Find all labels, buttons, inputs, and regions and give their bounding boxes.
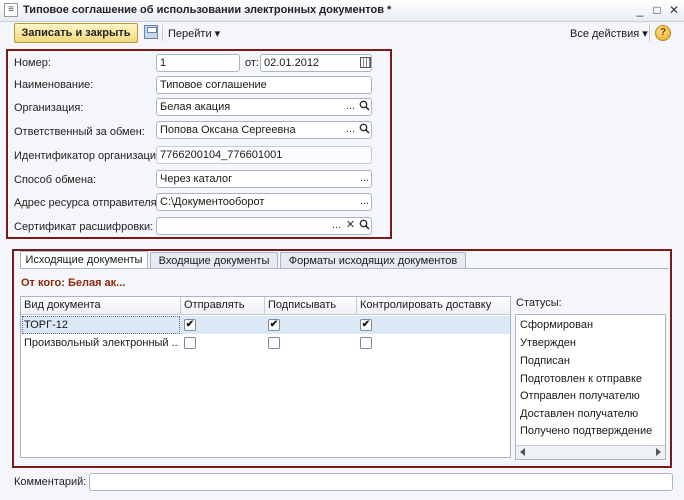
minimize-button[interactable]: _	[632, 3, 648, 18]
exchange-method-select-button[interactable]: ...	[358, 172, 371, 187]
list-item[interactable]: Доставлен получателю	[520, 408, 638, 420]
responsible-search-icon[interactable]	[358, 123, 371, 138]
organization-field[interactable]: Белая акация	[156, 98, 372, 116]
statuses-list[interactable]: Сформирован Утвержден Подписан Подготовл…	[515, 314, 666, 460]
sender-address-value: C:\Документооборот	[160, 196, 265, 208]
horizontal-scrollbar[interactable]	[516, 445, 665, 459]
control-delivery-checkbox[interactable]	[360, 337, 372, 349]
list-item[interactable]: Утвержден	[520, 337, 576, 349]
certificate-clear-icon[interactable]: ✕	[344, 219, 357, 234]
org-id-label: Идентификатор организации:	[14, 150, 166, 162]
help-icon[interactable]: ?	[655, 25, 671, 41]
responsible-value: Попова Оксана Сергеевна	[160, 124, 296, 136]
tab-incoming-documents[interactable]: Входящие документы	[150, 252, 278, 269]
sign-checkbox[interactable]	[268, 337, 280, 349]
number-label: Номер:	[14, 57, 51, 69]
from-label: От кого: Белая ак...	[21, 277, 126, 289]
sender-address-label: Адрес ресурса отправителя:	[14, 197, 160, 209]
doc-type-cell: Произвольный электронный ...	[24, 337, 179, 349]
column-header-control-delivery[interactable]: Контролировать доставку	[357, 297, 510, 315]
send-checkbox[interactable]	[184, 337, 196, 349]
save-and-close-button[interactable]: Записать и закрыть	[14, 23, 138, 43]
certificate-select-button[interactable]: ...	[330, 219, 343, 234]
exchange-method-value: Через каталог	[160, 173, 233, 185]
send-checkbox[interactable]: ✔	[184, 319, 196, 331]
calendar-icon[interactable]	[360, 57, 371, 68]
scroll-right-icon[interactable]	[656, 448, 661, 456]
comment-label: Комментарий:	[14, 476, 87, 488]
sender-address-select-button[interactable]: ...	[358, 195, 371, 210]
exchange-method-field[interactable]: Через каталог	[156, 170, 372, 188]
list-item[interactable]: Отправлен получателю	[520, 390, 640, 402]
scroll-left-icon[interactable]	[520, 448, 525, 456]
column-header-doc-type[interactable]: Вид документа	[21, 297, 181, 315]
tabs-baseline	[20, 268, 668, 269]
responsible-label: Ответственный за обмен:	[14, 126, 145, 138]
statuses-label: Статусы:	[516, 297, 562, 309]
responsible-field[interactable]: Попова Оксана Сергеевна	[156, 121, 372, 139]
tab-outgoing-formats[interactable]: Форматы исходящих документов	[280, 252, 466, 269]
certificate-label: Сертификат расшифровки:	[14, 221, 154, 233]
organization-select-button[interactable]: ...	[344, 100, 357, 115]
exchange-method-label: Способ обмена:	[14, 174, 97, 186]
focus-frame	[22, 316, 180, 334]
column-header-send[interactable]: Отправлять	[181, 297, 265, 315]
toolbar: Записать и закрыть Перейти ▾ Все действи…	[0, 22, 684, 44]
toolbar-divider	[649, 25, 650, 41]
title-bar: ≡ Типовое соглашение об использовании эл…	[0, 0, 684, 22]
date-field[interactable]: 02.01.2012	[260, 54, 372, 72]
goto-menu[interactable]: Перейти ▾	[168, 27, 220, 40]
date-label: от:	[245, 57, 259, 69]
certificate-search-icon[interactable]	[358, 219, 371, 234]
list-item[interactable]: Подготовлен к отправке	[520, 373, 642, 385]
name-field[interactable]: Типовое соглашение	[156, 76, 372, 94]
sign-checkbox[interactable]: ✔	[268, 319, 280, 331]
organization-value: Белая акация	[160, 101, 231, 113]
document-icon: ≡	[4, 3, 18, 17]
organization-search-icon[interactable]	[358, 100, 371, 115]
save-icon[interactable]	[144, 25, 158, 39]
list-item[interactable]: Получено подтверждение	[520, 425, 652, 437]
list-item[interactable]: Сформирован	[520, 319, 593, 331]
number-field[interactable]: 1	[156, 54, 240, 72]
close-button[interactable]: ✕	[666, 3, 682, 18]
toolbar-divider	[162, 25, 163, 41]
list-item[interactable]: Подписан	[520, 355, 570, 367]
documents-table: Вид документа Отправлять Подписывать Кон…	[20, 296, 511, 458]
org-id-field[interactable]: 7766200104_776601001	[156, 146, 372, 164]
window-title: Типовое соглашение об использовании элек…	[23, 4, 392, 16]
responsible-select-button[interactable]: ...	[344, 123, 357, 138]
sender-address-field[interactable]: C:\Документооборот	[156, 193, 372, 211]
column-header-sign[interactable]: Подписывать	[265, 297, 357, 315]
name-label: Наименование:	[14, 79, 94, 91]
comment-field[interactable]	[89, 473, 673, 491]
all-actions-menu[interactable]: Все действия ▾	[570, 27, 648, 40]
organization-label: Организация:	[14, 102, 84, 114]
control-delivery-checkbox[interactable]: ✔	[360, 319, 372, 331]
tab-outgoing-documents[interactable]: Исходящие документы	[20, 251, 148, 269]
table-row[interactable]: Произвольный электронный ...	[21, 334, 510, 352]
maximize-button[interactable]: □	[649, 3, 665, 18]
